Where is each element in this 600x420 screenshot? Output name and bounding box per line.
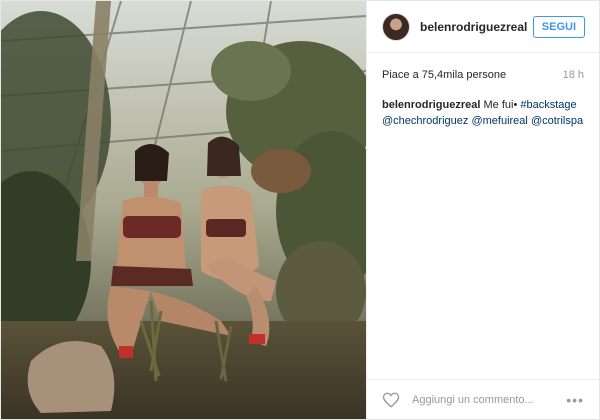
likes-count[interactable]: Piace a 75,4mila persone	[382, 69, 506, 81]
comment-footer: •••	[367, 379, 599, 419]
post-username[interactable]: belenrodriguezreal	[420, 20, 533, 34]
instagram-post: belenrodriguezreal SEGUI Piace a 75,4mil…	[0, 0, 600, 420]
caption-text: Me fui•	[483, 99, 518, 111]
caption-mention[interactable]: @mefuireal	[471, 115, 527, 127]
post-meta: Piace a 75,4mila persone 18 h	[367, 53, 599, 81]
post-time: 18 h	[562, 69, 584, 81]
post-sidebar: belenrodriguezreal SEGUI Piace a 75,4mil…	[366, 1, 599, 419]
caption-mention[interactable]: @chechrodriguez	[382, 115, 468, 127]
greenhouse-photo	[1, 1, 366, 419]
post-caption: belenrodriguezreal Me fui• #backstage @c…	[367, 81, 599, 129]
caption-mention[interactable]: @cotrilspa	[531, 115, 583, 127]
post-photo[interactable]	[1, 1, 366, 419]
avatar[interactable]	[382, 12, 410, 41]
comment-input[interactable]	[410, 392, 567, 407]
post-header: belenrodriguezreal SEGUI	[367, 1, 599, 53]
heart-icon[interactable]	[382, 391, 400, 409]
caption-username[interactable]: belenrodriguezreal	[382, 99, 480, 111]
follow-button[interactable]: SEGUI	[532, 15, 585, 38]
more-options-icon[interactable]: •••	[566, 392, 584, 408]
caption-hashtag[interactable]: #backstage	[520, 99, 576, 111]
